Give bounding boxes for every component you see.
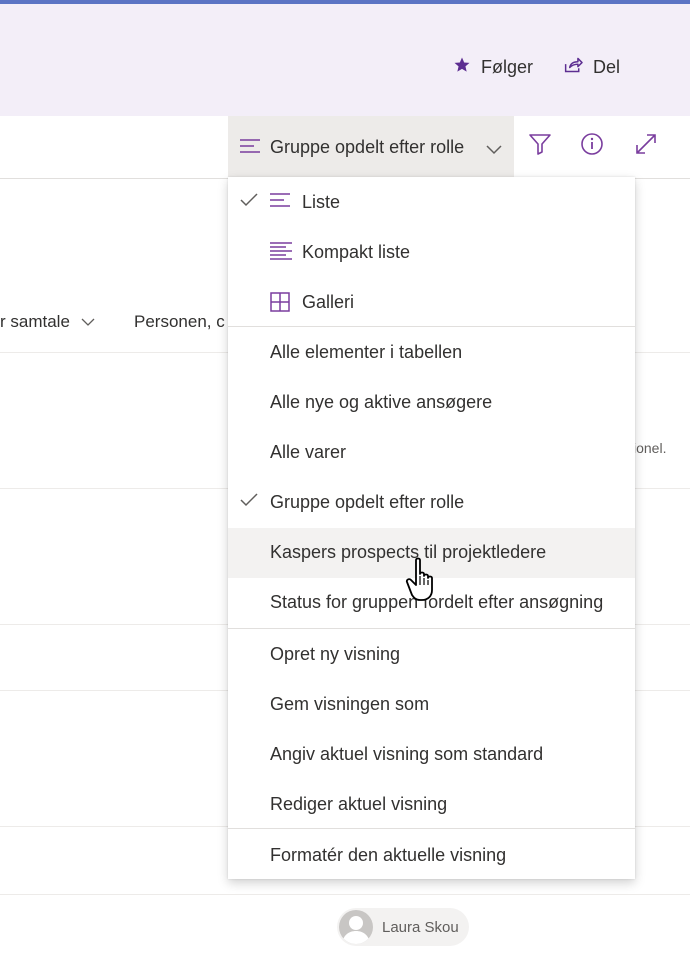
menu-item-view-selected[interactable]: Gruppe opdelt efter rolle (228, 478, 635, 528)
menu-item-label: Kompakt liste (302, 242, 411, 262)
avatar (339, 910, 373, 944)
menu-item-label: Galleri (302, 292, 355, 312)
row-divider (0, 894, 690, 895)
chevron-down-icon (486, 139, 502, 160)
star-icon (453, 56, 471, 79)
hand-cursor-icon (404, 556, 444, 609)
menu-divider (228, 326, 635, 327)
checkmark-icon (240, 492, 258, 513)
view-switcher-button[interactable]: Gruppe opdelt efter rolle (228, 116, 514, 177)
menu-item-label: Gruppe opdelt efter rolle (270, 492, 465, 512)
menu-item-set-default-view[interactable]: Angiv aktuel visning som standard (228, 730, 635, 780)
menu-item-view[interactable]: Alle elementer i tabellen (228, 328, 635, 378)
menu-item-kompakt-liste[interactable]: Kompakt liste (228, 228, 635, 278)
menu-item-view[interactable]: Alle varer (228, 428, 635, 478)
menu-item-label: Alle varer (270, 442, 347, 462)
share-icon (563, 56, 583, 79)
person-chip[interactable]: Laura Skou (337, 908, 469, 946)
view-dropdown-menu: Liste Kompakt liste Galleri Alle element… (228, 177, 635, 879)
menu-item-create-view[interactable]: Opret ny visning (228, 630, 635, 680)
menu-item-label: Gem visningen som (270, 694, 430, 714)
share-button[interactable]: Del (563, 56, 620, 79)
compact-list-icon (270, 242, 292, 265)
menu-item-label: Formatér den aktuelle visning (270, 845, 507, 865)
checkmark-icon (240, 192, 258, 213)
menu-item-liste[interactable]: Liste (228, 178, 635, 228)
current-view-label: Gruppe opdelt efter rolle (270, 137, 465, 157)
list-icon (270, 192, 290, 213)
menu-item-save-view-as[interactable]: Gem visningen som (228, 680, 635, 730)
follow-label: Følger (481, 57, 534, 77)
menu-item-label: Alle nye og aktive ansøgere (270, 392, 493, 412)
menu-divider (228, 828, 635, 829)
column-header-personen[interactable]: Personen, c (134, 312, 225, 332)
expand-icon[interactable] (634, 132, 658, 161)
menu-item-label: Alle elementer i tabellen (270, 342, 463, 362)
menu-item-label: Liste (302, 192, 341, 212)
filter-icon[interactable] (528, 132, 552, 161)
follow-button[interactable]: Følger (453, 56, 533, 79)
gallery-icon (270, 292, 290, 317)
menu-item-label: Angiv aktuel visning som standard (270, 744, 544, 764)
site-header: Følger Del (0, 4, 690, 116)
menu-item-label: Opret ny visning (270, 644, 401, 664)
menu-divider (228, 628, 635, 629)
list-lines-icon (240, 138, 260, 159)
info-icon[interactable] (580, 132, 604, 161)
person-name: Laura Skou (382, 918, 459, 936)
menu-item-edit-view[interactable]: Rediger aktuel visning (228, 780, 635, 830)
menu-item-view[interactable]: Alle nye og aktive ansøgere (228, 378, 635, 428)
menu-item-label: Rediger aktuel visning (270, 794, 448, 814)
menu-item-galleri[interactable]: Galleri (228, 278, 635, 328)
share-label: Del (593, 57, 621, 77)
chevron-down-icon (81, 318, 95, 326)
column-header-label: Personen, c (134, 312, 225, 331)
column-header-samtale[interactable]: r samtale (0, 312, 95, 332)
column-header-label: r samtale (0, 312, 70, 331)
menu-item-format-view[interactable]: Formatér den aktuelle visning (228, 831, 635, 881)
